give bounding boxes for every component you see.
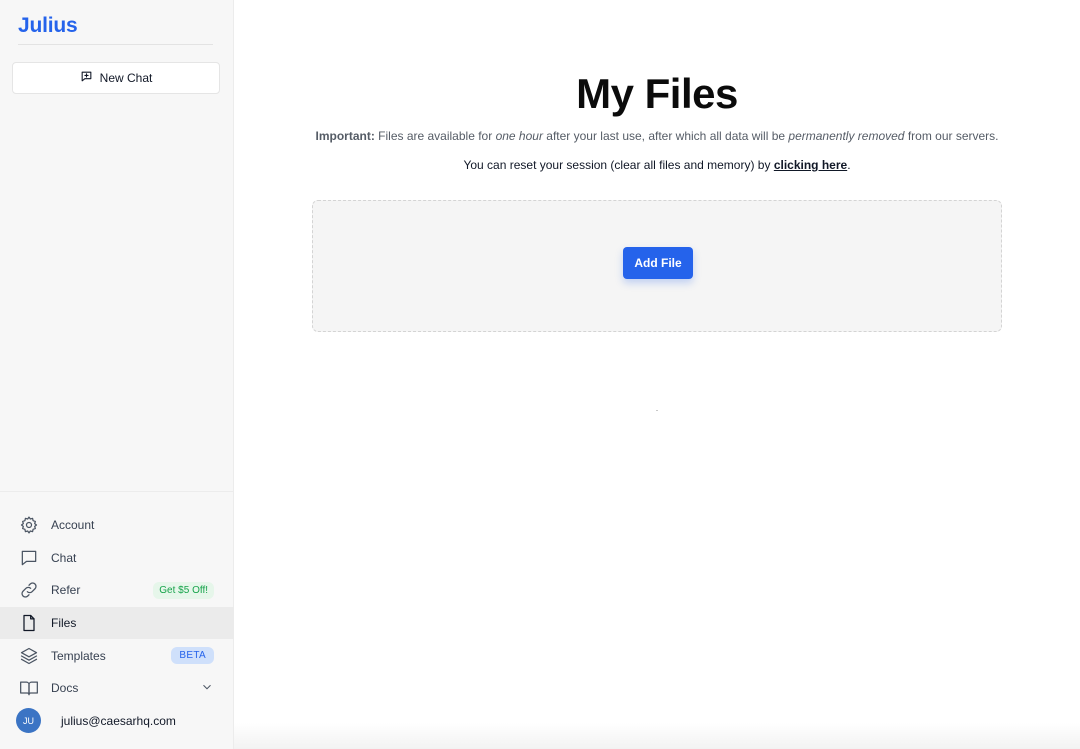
reset-end: . (847, 158, 851, 172)
sidebar: Julius New Chat Account Chat Refer Get $… (0, 0, 234, 749)
avatar: JU (16, 708, 41, 733)
sidebar-item-chat[interactable]: Chat (0, 542, 234, 575)
sidebar-item-label: Files (51, 616, 77, 631)
divider (18, 44, 213, 45)
sidebar-item-label: Refer (51, 583, 81, 598)
new-chat-label: New Chat (99, 71, 153, 85)
refer-discount-badge: Get $5 Off! (153, 581, 214, 599)
chat-bubble-icon (18, 547, 39, 568)
new-chat-button[interactable]: New Chat (12, 62, 220, 94)
page-title: My Files (576, 70, 738, 117)
sidebar-item-label: Docs (51, 681, 79, 696)
beta-badge: BETA (171, 647, 214, 665)
reset-text: You can reset your session (clear all fi… (463, 158, 771, 172)
app-window: Julius New Chat Account Chat Refer Get $… (0, 0, 1080, 749)
reset-session-notice: You can reset your session (clear all fi… (234, 158, 1080, 172)
sidebar-item-label: Templates (51, 648, 106, 663)
user-account-row[interactable]: JU julius@caesarhq.com (16, 708, 176, 733)
gear-icon (18, 515, 39, 536)
layers-icon (18, 645, 39, 666)
sidebar-item-files[interactable]: Files (0, 606, 234, 640)
chevron-down-icon[interactable] (200, 680, 214, 697)
bottom-fade (234, 723, 1080, 749)
important-label: Important: (315, 129, 375, 143)
sidebar-nav: Account Chat Refer Get $5 Off! Files Tem… (0, 509, 234, 705)
sidebar-item-label: Chat (51, 550, 77, 565)
brand-logo[interactable]: Julius (18, 14, 78, 38)
notice-emphasis: one hour (495, 129, 543, 143)
notice-emphasis: permanently removed (788, 129, 905, 143)
notice-text: Files are available for (378, 129, 493, 143)
sidebar-item-account[interactable]: Account (0, 509, 234, 542)
file-dropzone[interactable]: Add File (312, 200, 1002, 332)
new-chat-icon (80, 70, 93, 86)
file-icon (18, 613, 39, 634)
add-file-button[interactable]: Add File (623, 247, 693, 279)
notice-text: from our servers. (907, 129, 999, 143)
main-content: My Files Important: Files are available … (234, 0, 1080, 749)
sidebar-item-templates[interactable]: Templates BETA (0, 639, 234, 672)
sidebar-item-refer[interactable]: Refer Get $5 Off! (0, 574, 234, 607)
retention-notice: Important: Files are available for one h… (234, 129, 1080, 143)
link-icon (18, 580, 39, 601)
sidebar-item-label: Account (51, 518, 95, 533)
user-email: julius@caesarhq.com (61, 713, 176, 728)
notice-text: after your last use, after which all dat… (546, 129, 786, 143)
loading-indicator (656, 410, 658, 411)
sidebar-item-docs[interactable]: Docs (0, 672, 234, 705)
reset-session-link[interactable]: clicking here (774, 158, 847, 172)
book-icon (18, 678, 39, 699)
divider (0, 491, 234, 492)
